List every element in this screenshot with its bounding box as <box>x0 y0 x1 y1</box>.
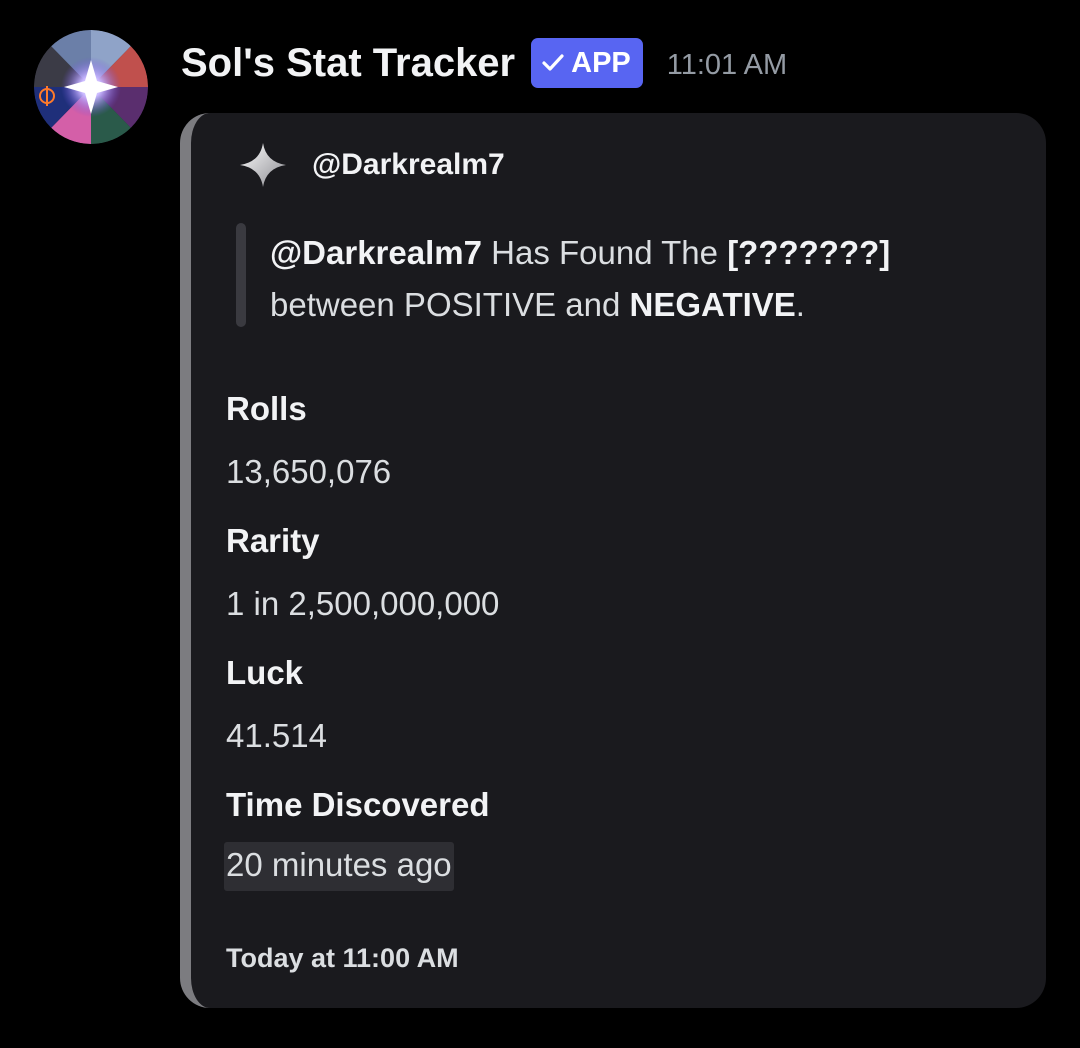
sols-rng-aura-avatar-icon <box>34 30 148 144</box>
field-name-rolls: Rolls <box>226 390 307 427</box>
description-text-2: between POSITIVE and <box>270 286 630 323</box>
app-badge: APP <box>531 38 643 88</box>
field-name-time-discovered: Time Discovered <box>226 786 490 823</box>
field-value-rarity: 1 in 2,500,000,000 <box>226 585 500 622</box>
aura-name: [???????] <box>727 234 891 271</box>
relative-timestamp-chip[interactable]: 20 minutes ago <box>224 842 454 891</box>
embed-author-name[interactable]: @Darkrealm7 <box>312 148 505 182</box>
embed-author: @Darkrealm7 <box>238 141 505 189</box>
field-value-luck: 41.514 <box>226 717 327 754</box>
app-badge-label: APP <box>571 46 631 79</box>
field-value-time-discovered[interactable]: 20 minutes ago <box>224 842 454 891</box>
bot-avatar[interactable] <box>34 30 148 144</box>
user-mention[interactable]: @Darkrealm7 <box>270 234 482 271</box>
embed-description: @Darkrealm7 Has Found The [???????] betw… <box>270 227 890 331</box>
description-text: Has Found The <box>481 234 728 271</box>
message-timestamp[interactable]: 11:01 AM <box>667 49 787 82</box>
field-name-rarity: Rarity <box>226 522 320 559</box>
negative-emphasis: NEGATIVE <box>629 286 796 323</box>
description-period: . <box>795 286 805 323</box>
field-name-luck: Luck <box>226 654 304 691</box>
embed-card: @Darkrealm7 @Darkrealm7 Has Found The [?… <box>180 113 1046 1008</box>
bot-username[interactable]: Sol's Stat Tracker <box>181 41 515 86</box>
field-value-rolls: 13,650,076 <box>226 453 392 490</box>
embed-description-quote: @Darkrealm7 Has Found The [???????] betw… <box>236 223 1016 327</box>
message-header: Sol's Stat Tracker APP 11:01 AM <box>181 38 787 88</box>
verified-check-icon <box>542 54 564 71</box>
four-point-star-icon <box>240 143 286 187</box>
embed-footer-timestamp: Today at 11:00 AM <box>226 943 459 973</box>
blockquote-bar <box>236 223 246 327</box>
